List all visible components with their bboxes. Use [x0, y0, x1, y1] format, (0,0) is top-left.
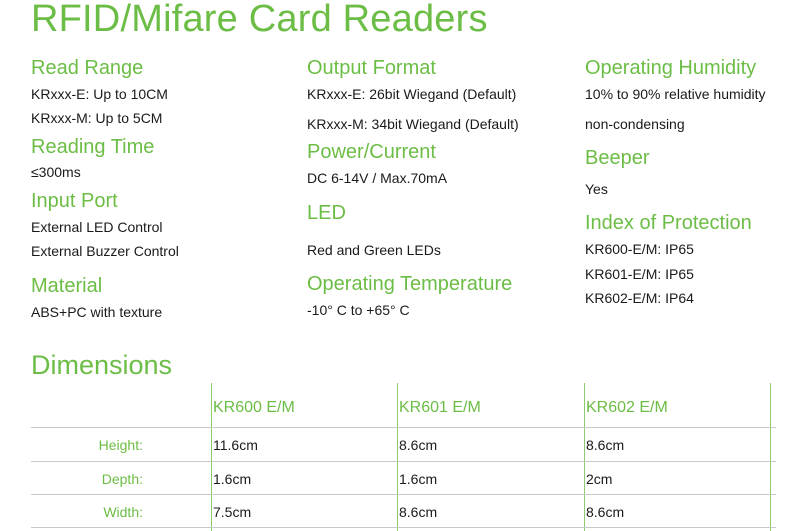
table-cell: 1.6cm	[213, 471, 252, 487]
power-heading: Power/Current	[307, 141, 436, 163]
output-format-line-1: KRxxx-E: 26bit Wiegand (Default)	[307, 86, 517, 102]
op-humidity-line-1: 10% to 90% relative humidity	[585, 86, 766, 102]
table-cell: 7.5cm	[213, 504, 252, 520]
protection-line-2: KR601-E/M: IP65	[585, 266, 694, 282]
read-range-line-2: KRxxx-M: Up to 5CM	[31, 110, 163, 126]
led-line-1: Red and Green LEDs	[307, 242, 441, 258]
output-format-heading: Output Format	[307, 57, 436, 79]
table-divider	[211, 383, 212, 531]
material-heading: Material	[31, 275, 103, 297]
protection-heading: Index of Protection	[585, 212, 752, 234]
op-temp-line-1: -10° C to +65° C	[307, 302, 410, 318]
row-label-depth: Depth:	[101, 471, 143, 487]
dimensions-table: KR600 E/M KR601 E/M KR602 E/M Height: 11…	[31, 383, 776, 531]
input-port-heading: Input Port	[31, 190, 118, 212]
table-cell: 8.6cm	[586, 504, 625, 520]
reading-time-line-1: ≤300ms	[31, 164, 81, 180]
column-header: KR601 E/M	[399, 399, 481, 416]
table-rule	[31, 527, 776, 528]
table-cell: 8.6cm	[399, 437, 438, 453]
reading-time-heading: Reading Time	[31, 136, 155, 158]
table-cell: 8.6cm	[586, 437, 625, 453]
input-port-line-1: External LED Control	[31, 219, 163, 235]
led-heading: LED	[307, 202, 346, 224]
table-divider	[770, 383, 771, 531]
power-line-1: DC 6-14V / Max.70mA	[307, 170, 448, 186]
beeper-line-1: Yes	[585, 181, 608, 197]
read-range-line-1: KRxxx-E: Up to 10CM	[31, 86, 168, 102]
protection-line-3: KR602-E/M: IP64	[585, 290, 694, 306]
op-temp-heading: Operating Temperature	[307, 273, 513, 295]
output-format-line-2: KRxxx-M: 34bit Wiegand (Default)	[307, 116, 519, 132]
read-range-heading: Read Range	[31, 57, 144, 79]
material-line-1: ABS+PC with texture	[31, 304, 163, 320]
page-title: RFID/Mifare Card Readers	[31, 0, 488, 40]
table-rule	[31, 494, 776, 495]
op-humidity-heading: Operating Humidity	[585, 57, 757, 79]
table-cell: 11.6cm	[213, 437, 258, 453]
table-rule	[31, 427, 776, 428]
row-label-width: Width:	[103, 504, 143, 520]
row-label-height: Height:	[98, 437, 143, 453]
table-cell: 1.6cm	[399, 471, 438, 487]
beeper-heading: Beeper	[585, 147, 650, 169]
op-humidity-line-2: non-condensing	[585, 116, 685, 132]
column-header: KR602 E/M	[586, 399, 668, 416]
table-cell: 8.6cm	[399, 504, 438, 520]
table-cell: 2cm	[586, 471, 613, 487]
dimensions-title: Dimensions	[31, 350, 173, 380]
table-rule	[31, 461, 776, 462]
table-divider	[397, 383, 398, 531]
protection-line-1: KR600-E/M: IP65	[585, 241, 694, 257]
input-port-line-2: External Buzzer Control	[31, 243, 179, 259]
column-header: KR600 E/M	[213, 399, 295, 416]
table-divider	[584, 383, 585, 531]
